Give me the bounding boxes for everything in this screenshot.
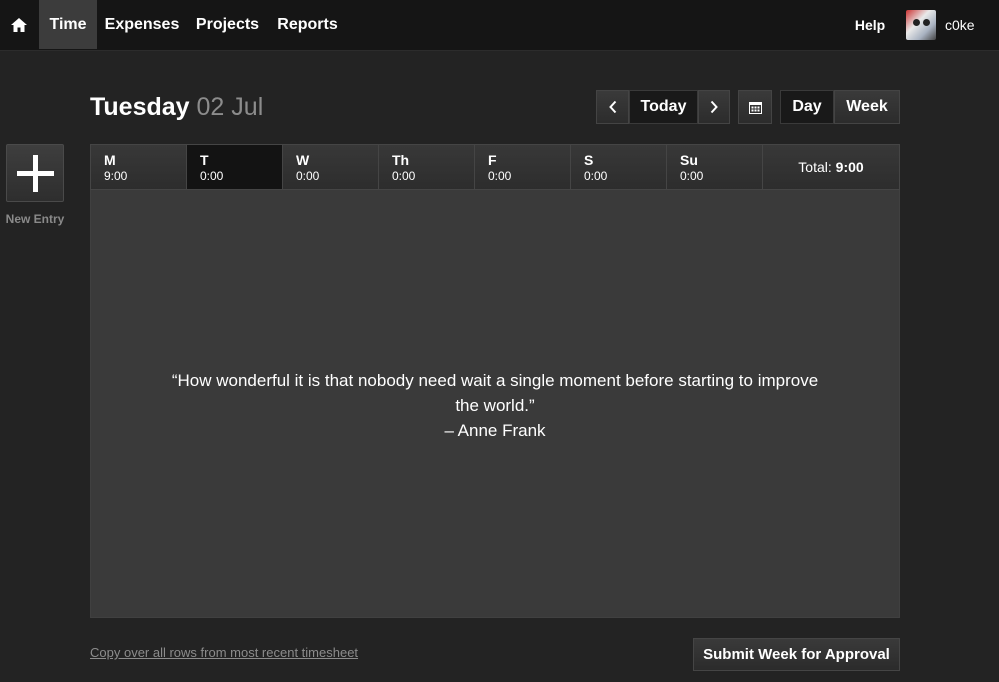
home-link[interactable] — [0, 0, 38, 50]
help-link[interactable]: Help — [844, 0, 896, 50]
day-abbr: F — [488, 152, 497, 168]
chevron-left-icon — [608, 100, 616, 114]
weekday-label: Tuesday — [90, 93, 190, 121]
day-abbr: S — [584, 152, 594, 168]
day-view-button[interactable]: Day — [780, 90, 834, 124]
day-hours: 0:00 — [392, 169, 416, 183]
day-tab-saturday[interactable]: S 0:00 — [571, 145, 667, 189]
day-tab-thursday[interactable]: Th 0:00 — [379, 145, 475, 189]
copy-rows-link[interactable]: Copy over all rows from most recent time… — [90, 645, 358, 660]
day-abbr: T — [200, 152, 209, 168]
username[interactable]: c0ke — [945, 0, 975, 50]
chevron-right-icon — [710, 100, 718, 114]
nav-tab-time[interactable]: Time — [39, 0, 97, 49]
day-tab-wednesday[interactable]: W 0:00 — [283, 145, 379, 189]
day-hours: 0:00 — [680, 169, 704, 183]
avatar[interactable] — [906, 10, 936, 40]
nav-tab-projects[interactable]: Projects — [187, 0, 268, 49]
day-hours: 0:00 — [200, 169, 224, 183]
day-abbr: Th — [392, 152, 410, 168]
week-view-button[interactable]: Week — [834, 90, 900, 124]
day-tab-tuesday[interactable]: T 0:00 — [187, 145, 283, 189]
calendar-button[interactable] — [738, 90, 772, 124]
total-value: 9:00 — [835, 159, 864, 175]
nav-tab-reports[interactable]: Reports — [268, 0, 347, 49]
day-abbr: Su — [680, 152, 698, 168]
week-total: Total: 9:00 — [763, 145, 899, 189]
top-navigation: Time Expenses Projects Reports Help c0ke — [0, 0, 999, 51]
week-day-selector: M 9:00 T 0:00 W 0:00 Th 0:00 F 0:00 S 0:… — [90, 144, 900, 190]
next-day-button[interactable] — [698, 90, 730, 124]
day-abbr: W — [296, 152, 310, 168]
quote-line: “How wonderful it is that nobody need wa… — [171, 371, 819, 390]
day-hours: 9:00 — [104, 169, 128, 183]
calendar-icon — [748, 101, 762, 114]
day-tab-sunday[interactable]: Su 0:00 — [667, 145, 763, 189]
submit-week-button[interactable]: Submit Week for Approval — [693, 638, 900, 671]
empty-state-quote: “How wonderful it is that nobody need wa… — [141, 368, 849, 443]
day-hours: 0:00 — [296, 169, 320, 183]
day-tab-monday[interactable]: M 9:00 — [91, 145, 187, 189]
entries-panel: “How wonderful it is that nobody need wa… — [90, 190, 900, 618]
previous-day-button[interactable] — [596, 90, 629, 124]
quote-line: the world.” — [455, 396, 535, 415]
new-entry-button[interactable] — [6, 144, 64, 202]
today-button[interactable]: Today — [629, 90, 698, 124]
page-title: Tuesday 02 Jul — [90, 90, 263, 124]
date-label: 02 Jul — [196, 93, 264, 121]
day-hours: 0:00 — [488, 169, 512, 183]
day-hours: 0:00 — [584, 169, 608, 183]
new-entry-label: New Entry — [5, 212, 65, 226]
nav-tab-expenses[interactable]: Expenses — [97, 0, 187, 49]
total-label: Total: — [798, 159, 832, 175]
quote-author: – Anne Frank — [444, 421, 546, 440]
home-icon — [11, 18, 27, 32]
day-tab-friday[interactable]: F 0:00 — [475, 145, 571, 189]
day-abbr: M — [104, 152, 116, 168]
